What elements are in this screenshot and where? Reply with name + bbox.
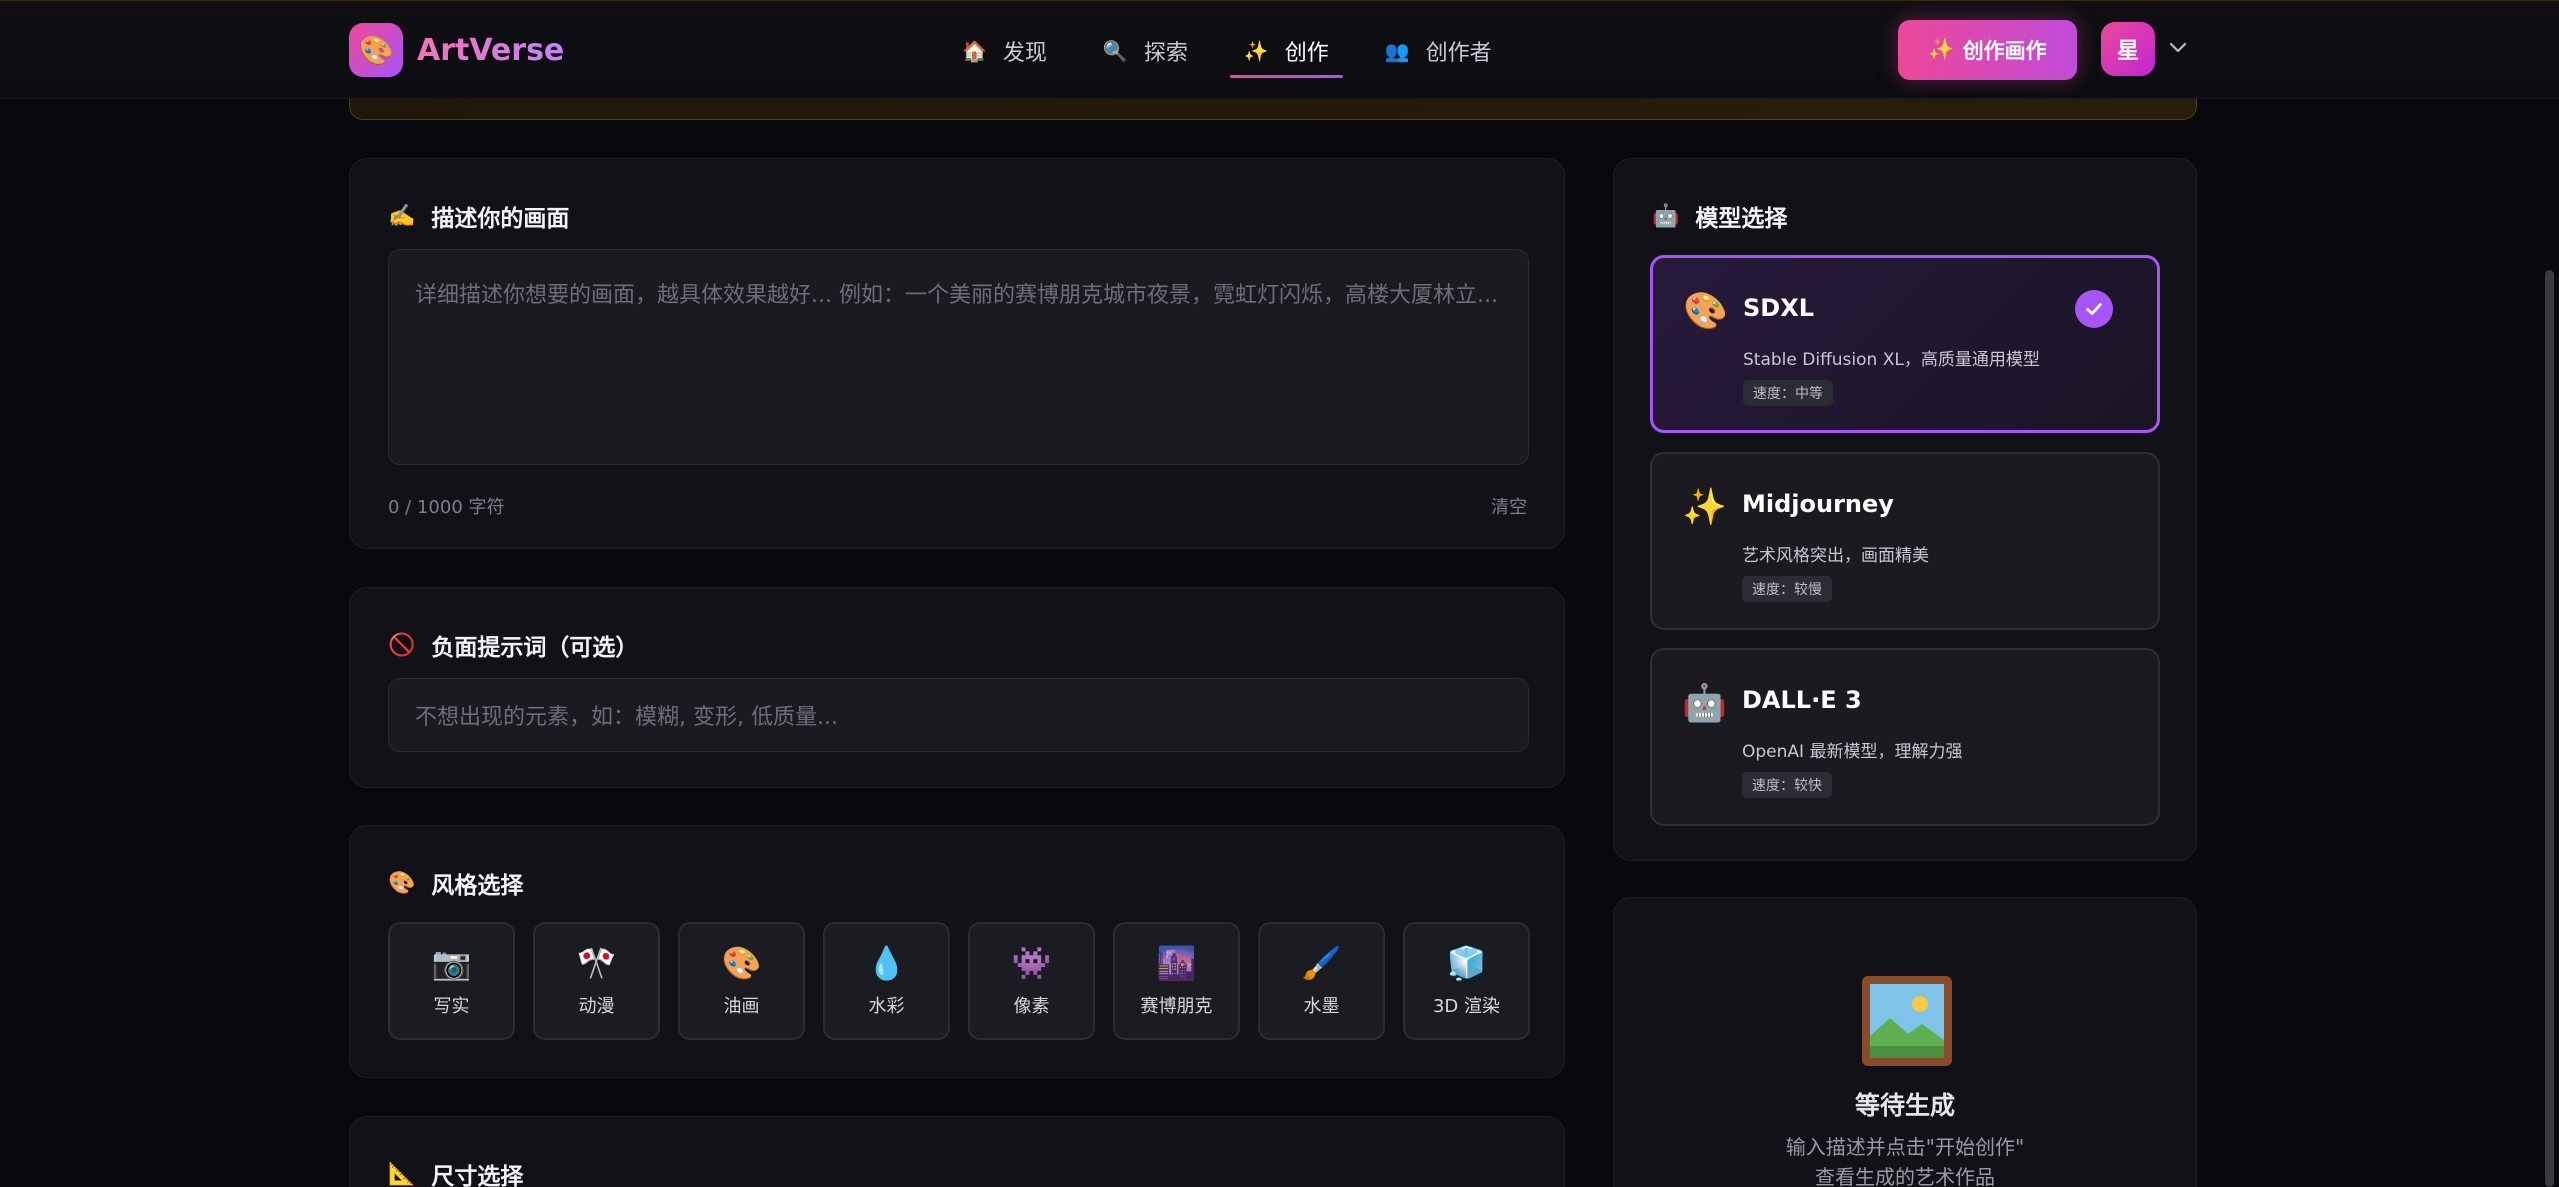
writing-hand-icon: ✍️ — [388, 203, 416, 229]
character-counter: 0 / 1000 字符 — [388, 497, 505, 518]
prompt-card: ✍️ 描述你的画面 详细描述你想要的画面，越具体效果越好... 例如：一个美丽的… — [349, 158, 1565, 549]
page: 🎨 ArtVerse 🏠 发现 🔍 探索 ✨ 创作 👥 创作者 ✨ 创作画作 星… — [0, 0, 2559, 1187]
preview-hint-line: 输入描述并点击"开始创作" — [1785, 1135, 2025, 1159]
style-label: 水墨 — [1303, 996, 1340, 1017]
model-name: Midjourney — [1742, 490, 1894, 518]
prompt-title-text: 描述你的画面 — [431, 206, 570, 232]
model-description: Stable Diffusion XL，高质量通用模型 — [1743, 350, 2040, 370]
preview-card: 等待生成 输入描述并点击"开始创作" 查看生成的艺术作品 — [1613, 897, 2197, 1187]
space-invader-icon: 👾 — [1011, 944, 1052, 982]
robot-icon: 🤖 — [1682, 683, 1727, 724]
model-speed-badge: 速度：较慢 — [1742, 576, 1832, 602]
create-artwork-button[interactable]: ✨ 创作画作 — [1898, 20, 2077, 80]
negative-prompt-card: 🚫 负面提示词（可选） 不想出现的元素，如：模糊, 变形, 低质量... — [349, 587, 1565, 788]
negative-title-text: 负面提示词（可选） — [431, 635, 639, 661]
palette-icon: 🎨 — [1683, 291, 1728, 332]
palette-icon: 🎨 — [388, 870, 416, 896]
nav-item-label: 创作者 — [1425, 40, 1492, 66]
negative-prompt-input[interactable]: 不想出现的元素，如：模糊, 变形, 低质量... — [388, 678, 1529, 752]
nav-item-label: 发现 — [1002, 40, 1047, 66]
style-option-realistic[interactable]: 📷 写实 — [388, 922, 515, 1040]
model-description: OpenAI 最新模型，理解力强 — [1742, 742, 1963, 762]
user-avatar[interactable]: 星 — [2101, 22, 2155, 76]
nav-item-label: 创作 — [1284, 40, 1329, 66]
style-options: 📷 写实 🎌 动漫 🎨 油画 💧 水彩 👾 像素 🌆 赛博朋克 🖌️ 水墨 🧊 … — [388, 922, 1530, 1040]
nav-item-explore[interactable]: 🔍 探索 — [1103, 1, 1188, 100]
cube-icon: 🧊 — [1446, 944, 1487, 982]
model-name: DALL·E 3 — [1742, 686, 1862, 714]
brand-name: ArtVerse — [417, 32, 565, 68]
nav-item-creators[interactable]: 👥 创作者 — [1385, 1, 1492, 100]
model-description: 艺术风格突出，画面精美 — [1742, 546, 1929, 566]
negative-card-title: 🚫 负面提示词（可选） — [388, 628, 638, 662]
model-card-title: 🤖 模型选择 — [1652, 199, 1787, 233]
nav-item-create[interactable]: ✨ 创作 — [1229, 1, 1343, 100]
home-icon: 🏠 — [962, 38, 987, 63]
style-label: 油画 — [723, 996, 760, 1017]
sparkles-icon: ✨ — [1243, 38, 1269, 63]
style-label: 3D 渲染 — [1432, 996, 1501, 1017]
model-card: 🤖 模型选择 🎨 SDXL Stable Diffusion XL，高质量通用模… — [1613, 158, 2197, 861]
palette-icon: 🎨 — [721, 944, 762, 982]
size-title-text: 尺寸选择 — [431, 1164, 524, 1187]
prohibited-icon: 🚫 — [388, 632, 416, 658]
style-option-anime[interactable]: 🎌 动漫 — [533, 922, 660, 1040]
camera-icon: 📷 — [431, 944, 472, 982]
robot-icon: 🤖 — [1652, 203, 1680, 229]
preview-status-title: 等待生成 — [1854, 1091, 1955, 1120]
sparkles-icon: ✨ — [1928, 38, 1955, 61]
crossed-flags-icon: 🎌 — [576, 944, 617, 982]
users-icon: 👥 — [1384, 38, 1410, 63]
nav-item-discover[interactable]: 🏠 发现 — [962, 1, 1047, 100]
city-night-icon: 🌆 — [1156, 944, 1197, 982]
style-label: 像素 — [1013, 996, 1050, 1017]
size-card: 📐 尺寸选择 — [349, 1116, 1565, 1187]
main-nav: 🏠 发现 🔍 探索 ✨ 创作 👥 创作者 — [962, 1, 1548, 100]
framed-picture-icon — [1862, 976, 1952, 1066]
preview-hint: 输入描述并点击"开始创作" 查看生成的艺术作品 — [1614, 1132, 2196, 1187]
check-icon — [2075, 290, 2113, 328]
style-option-watercolor[interactable]: 💧 水彩 — [823, 922, 950, 1040]
paintbrush-icon: 🖌️ — [1301, 944, 1342, 982]
model-option-dalle3[interactable]: 🤖 DALL·E 3 OpenAI 最新模型，理解力强 速度：较快 — [1650, 648, 2160, 826]
model-speed-badge: 速度：中等 — [1743, 380, 1833, 406]
model-option-sdxl[interactable]: 🎨 SDXL Stable Diffusion XL，高质量通用模型 速度：中等 — [1650, 255, 2160, 433]
preview-hint-line: 查看生成的艺术作品 — [1815, 1165, 1995, 1187]
search-icon: 🔍 — [1102, 38, 1128, 63]
create-artwork-label: 创作画作 — [1962, 40, 2047, 63]
clear-button[interactable]: 清空 — [1491, 493, 1527, 519]
vertical-scrollbar[interactable] — [2545, 270, 2554, 1187]
style-option-pixel[interactable]: 👾 像素 — [968, 922, 1095, 1040]
style-option-3d-render[interactable]: 🧊 3D 渲染 — [1403, 922, 1530, 1040]
sparkles-icon: ✨ — [1682, 487, 1727, 528]
style-label: 写实 — [433, 996, 470, 1017]
style-label: 水彩 — [868, 996, 905, 1017]
style-card: 🎨 风格选择 📷 写实 🎌 动漫 🎨 油画 💧 水彩 👾 像素 🌆 赛博朋克 🖌… — [349, 825, 1565, 1078]
style-label: 赛博朋克 — [1140, 996, 1213, 1017]
brand-logo[interactable]: 🎨 ArtVerse — [349, 23, 564, 77]
prompt-card-title: ✍️ 描述你的画面 — [388, 199, 569, 233]
style-option-oil-painting[interactable]: 🎨 油画 — [678, 922, 805, 1040]
model-speed-badge: 速度：较快 — [1742, 772, 1832, 798]
model-name: SDXL — [1743, 294, 1815, 322]
style-title-text: 风格选择 — [431, 873, 524, 899]
size-card-title: 📐 尺寸选择 — [388, 1157, 523, 1187]
nav-item-label: 探索 — [1143, 40, 1188, 66]
style-option-cyberpunk[interactable]: 🌆 赛博朋克 — [1113, 922, 1240, 1040]
style-label: 动漫 — [578, 996, 615, 1017]
droplet-icon: 💧 — [866, 944, 907, 982]
style-option-ink-wash[interactable]: 🖌️ 水墨 — [1258, 922, 1385, 1040]
triangular-ruler-icon: 📐 — [388, 1161, 416, 1187]
model-title-text: 模型选择 — [1695, 206, 1788, 232]
chevron-down-icon[interactable] — [2166, 35, 2190, 59]
style-card-title: 🎨 风格选择 — [388, 866, 523, 900]
prompt-textarea[interactable]: 详细描述你想要的画面，越具体效果越好... 例如：一个美丽的赛博朋克城市夜景，霓… — [388, 249, 1529, 465]
model-option-midjourney[interactable]: ✨ Midjourney 艺术风格突出，画面精美 速度：较慢 — [1650, 452, 2160, 630]
palette-icon: 🎨 — [349, 23, 403, 77]
top-navigation: 🎨 ArtVerse 🏠 发现 🔍 探索 ✨ 创作 👥 创作者 ✨ 创作画作 星 — [0, 0, 2559, 99]
